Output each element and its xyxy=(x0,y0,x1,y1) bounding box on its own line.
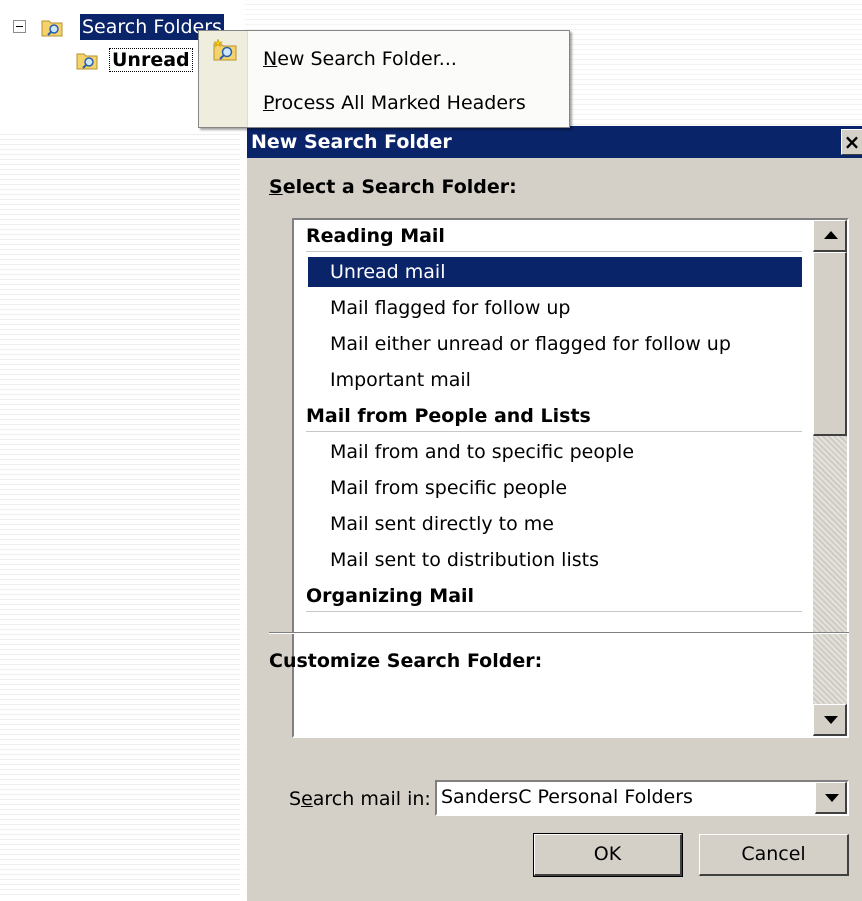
customize-search-folder-label: Customize Search Folder: xyxy=(269,650,543,672)
cancel-button[interactable]: Cancel xyxy=(699,834,849,876)
search-mail-in-label: Search mail in: xyxy=(289,788,431,810)
close-icon: × xyxy=(843,130,861,154)
search-folder-icon xyxy=(76,53,98,70)
list-group-header: Reading Mail xyxy=(306,221,802,252)
collapse-icon[interactable] xyxy=(13,20,26,33)
list-item[interactable]: Mail sent to distribution lists xyxy=(330,545,599,575)
scroll-down-icon xyxy=(824,716,838,724)
tree-item-unread[interactable]: Unread xyxy=(109,48,193,72)
new-search-folder-dialog: New Search Folder × Select a Search Fold… xyxy=(246,126,862,901)
menu-item-new-search-folder[interactable]: New Search Folder... xyxy=(263,45,457,73)
list-item[interactable]: Important mail xyxy=(330,365,471,395)
dropdown-button[interactable] xyxy=(815,782,847,814)
list-item[interactable]: Mail either unread or flagged for follow… xyxy=(330,329,731,359)
context-menu: New Search Folder... Process All Marked … xyxy=(198,30,570,128)
scroll-down-button[interactable] xyxy=(813,704,847,736)
scroll-up-button[interactable] xyxy=(813,220,847,252)
list-item[interactable]: Mail sent directly to me xyxy=(330,509,554,539)
search-mail-in-value: SandersC Personal Folders xyxy=(441,786,693,808)
list-item[interactable]: Mail from and to specific people xyxy=(330,437,634,467)
close-button[interactable]: × xyxy=(841,129,862,155)
menu-item-process-all-marked-headers[interactable]: Process All Marked Headers xyxy=(263,89,526,117)
list-item[interactable]: Mail from specific people xyxy=(330,473,567,503)
dialog-separator xyxy=(269,632,849,634)
search-folder-icon xyxy=(41,20,63,37)
ok-button-label: OK xyxy=(593,843,622,865)
select-search-folder-label: Select a Search Folder: xyxy=(269,176,517,198)
list-scrollbar[interactable] xyxy=(813,220,847,736)
list-group-header: Organizing Mail xyxy=(306,581,802,612)
scroll-thumb[interactable] xyxy=(813,252,847,436)
list-item[interactable]: Mail flagged for follow up xyxy=(330,293,571,323)
cancel-button-label: Cancel xyxy=(741,843,806,865)
dialog-title: New Search Folder xyxy=(251,131,452,153)
list-group-header: Mail from People and Lists xyxy=(306,401,802,432)
dialog-title-bar[interactable]: New Search Folder xyxy=(247,126,862,158)
search-mail-in-dropdown[interactable]: SandersC Personal Folders xyxy=(435,780,849,816)
scroll-up-icon xyxy=(824,231,838,239)
new-search-folder-icon xyxy=(213,39,237,61)
dropdown-arrow-icon xyxy=(825,794,839,802)
folder-tree: Search Folders Unread xyxy=(0,0,245,895)
tree-item-label: Unread xyxy=(112,49,190,71)
ok-button[interactable]: OK xyxy=(533,833,683,877)
list-item[interactable]: Unread mail xyxy=(308,257,802,287)
